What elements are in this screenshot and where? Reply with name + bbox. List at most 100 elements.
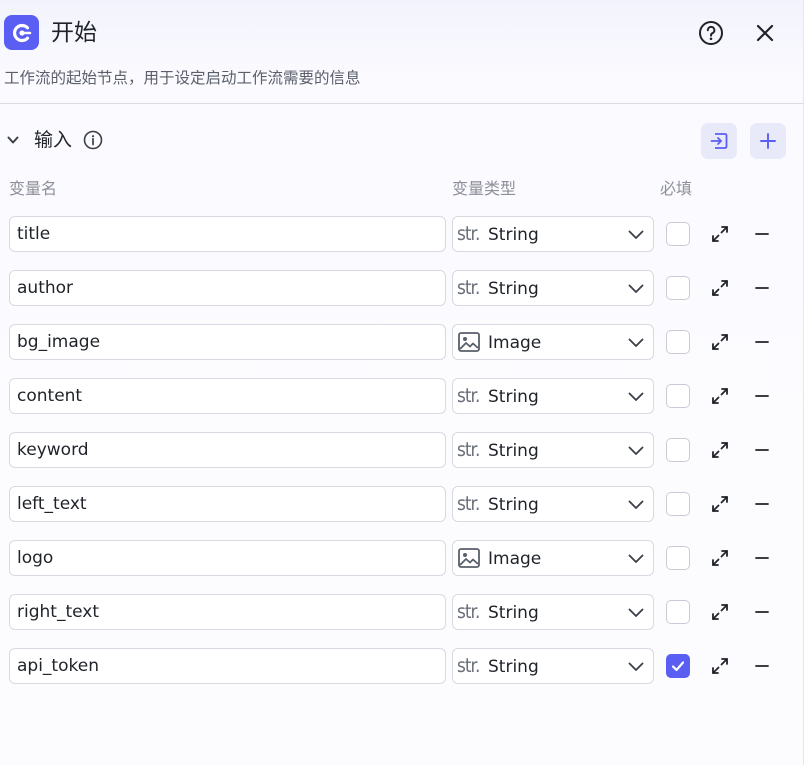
remove-variable-button[interactable] bbox=[752, 332, 772, 352]
plus-icon bbox=[760, 133, 776, 149]
variable-row: str. String bbox=[0, 270, 804, 306]
required-checkbox[interactable] bbox=[666, 222, 690, 246]
chevron-down-icon bbox=[627, 335, 645, 351]
expand-button[interactable] bbox=[709, 548, 731, 568]
variable-name-input[interactable] bbox=[9, 324, 446, 360]
str-glyph: str. bbox=[457, 492, 480, 516]
minus-icon bbox=[755, 341, 769, 343]
node-description: 工作流的起始节点，用于设定启动工作流需要的信息 bbox=[4, 69, 361, 87]
variable-type-select[interactable]: str. String bbox=[452, 594, 654, 630]
variable-type-label: String bbox=[488, 225, 539, 245]
expand-icon bbox=[712, 280, 728, 296]
variable-row: Image bbox=[0, 324, 804, 360]
str-glyph: str. bbox=[457, 222, 480, 246]
remove-variable-button[interactable] bbox=[752, 224, 772, 244]
variable-type-label: String bbox=[488, 603, 539, 623]
expand-icon bbox=[712, 226, 728, 242]
add-variable-button[interactable] bbox=[750, 123, 786, 159]
str-glyph: str. bbox=[457, 276, 480, 300]
chevron-down-icon bbox=[627, 443, 645, 459]
required-checkbox[interactable] bbox=[666, 276, 690, 300]
close-icon bbox=[756, 24, 774, 42]
remove-variable-button[interactable] bbox=[752, 440, 772, 460]
required-checkbox[interactable] bbox=[666, 384, 690, 408]
remove-variable-button[interactable] bbox=[752, 386, 772, 406]
chevron-down-icon bbox=[627, 605, 645, 621]
close-button[interactable] bbox=[752, 20, 778, 46]
variable-name-input[interactable] bbox=[9, 540, 446, 576]
expand-button[interactable] bbox=[709, 602, 731, 622]
expand-button[interactable] bbox=[709, 494, 731, 514]
variable-name-input[interactable] bbox=[9, 594, 446, 630]
variable-name-input[interactable] bbox=[9, 378, 446, 414]
variable-name-input[interactable] bbox=[9, 648, 446, 684]
variable-row: str. String bbox=[0, 594, 804, 630]
required-checkbox[interactable] bbox=[666, 438, 690, 462]
required-checkbox[interactable] bbox=[666, 492, 690, 516]
str-glyph: str. bbox=[457, 438, 480, 462]
variable-type-select[interactable]: str. String bbox=[452, 648, 654, 684]
expand-button[interactable] bbox=[709, 440, 731, 460]
str-icon: str. bbox=[457, 600, 480, 624]
column-header-required: 必填 bbox=[660, 179, 693, 198]
remove-variable-button[interactable] bbox=[752, 602, 772, 622]
section-title: 输入 bbox=[34, 129, 73, 151]
minus-icon bbox=[755, 665, 769, 667]
expand-icon bbox=[712, 496, 728, 512]
variable-name-input[interactable] bbox=[9, 486, 446, 522]
expand-button[interactable] bbox=[709, 332, 731, 352]
variable-type-label: String bbox=[488, 279, 539, 299]
minus-icon bbox=[755, 503, 769, 505]
variable-row: str. String bbox=[0, 216, 804, 252]
expand-button[interactable] bbox=[709, 656, 731, 676]
checkmark-icon bbox=[671, 661, 685, 672]
expand-icon bbox=[712, 442, 728, 458]
minus-icon bbox=[755, 395, 769, 397]
variable-type-label: String bbox=[488, 657, 539, 677]
variable-type-label: Image bbox=[488, 549, 542, 569]
remove-variable-button[interactable] bbox=[752, 548, 772, 568]
required-checkbox[interactable] bbox=[666, 654, 690, 678]
variable-type-label: String bbox=[488, 387, 539, 407]
variable-type-select[interactable]: str. String bbox=[452, 216, 654, 252]
chevron-down-icon bbox=[627, 389, 645, 405]
variable-name-input[interactable] bbox=[9, 216, 446, 252]
variable-name-input[interactable] bbox=[9, 270, 446, 306]
str-icon: str. bbox=[457, 438, 480, 462]
variable-row: str. String bbox=[0, 648, 804, 684]
variable-row: str. String bbox=[0, 432, 804, 468]
required-checkbox[interactable] bbox=[666, 546, 690, 570]
chevron-down-icon bbox=[627, 659, 645, 675]
expand-button[interactable] bbox=[709, 386, 731, 406]
variable-type-select[interactable]: str. String bbox=[452, 486, 654, 522]
required-checkbox[interactable] bbox=[666, 600, 690, 624]
import-icon bbox=[710, 133, 728, 149]
variable-type-select[interactable]: Image bbox=[452, 324, 654, 360]
expand-button[interactable] bbox=[709, 224, 731, 244]
required-checkbox[interactable] bbox=[666, 330, 690, 354]
input-section-header: 输入 bbox=[0, 122, 804, 159]
str-glyph: str. bbox=[457, 654, 480, 678]
variable-type-select[interactable]: str. String bbox=[452, 378, 654, 414]
help-button[interactable] bbox=[698, 20, 724, 46]
variable-type-select[interactable]: str. String bbox=[452, 432, 654, 468]
start-node-panel: 开始 工作流的起始节点，用于设定启动工作流需要的信息 输入 变量名 变量类型 必… bbox=[0, 0, 804, 765]
expand-icon bbox=[712, 388, 728, 404]
remove-variable-button[interactable] bbox=[752, 656, 772, 676]
variable-type-select[interactable]: Image bbox=[452, 540, 654, 576]
remove-variable-button[interactable] bbox=[752, 278, 772, 298]
panel-header: 开始 工作流的起始节点，用于设定启动工作流需要的信息 bbox=[0, 0, 804, 104]
remove-variable-button[interactable] bbox=[752, 494, 772, 514]
variable-type-select[interactable]: str. String bbox=[452, 270, 654, 306]
image-icon bbox=[457, 546, 481, 570]
chevron-down-icon bbox=[627, 551, 645, 567]
variable-name-input[interactable] bbox=[9, 432, 446, 468]
minus-icon bbox=[755, 287, 769, 289]
column-header-type: 变量类型 bbox=[452, 179, 517, 198]
import-variables-button[interactable] bbox=[701, 123, 737, 159]
info-icon[interactable] bbox=[83, 130, 103, 150]
str-glyph: str. bbox=[457, 600, 480, 624]
collapse-toggle[interactable] bbox=[5, 132, 21, 148]
expand-button[interactable] bbox=[709, 278, 731, 298]
variable-type-label: Image bbox=[488, 333, 542, 353]
